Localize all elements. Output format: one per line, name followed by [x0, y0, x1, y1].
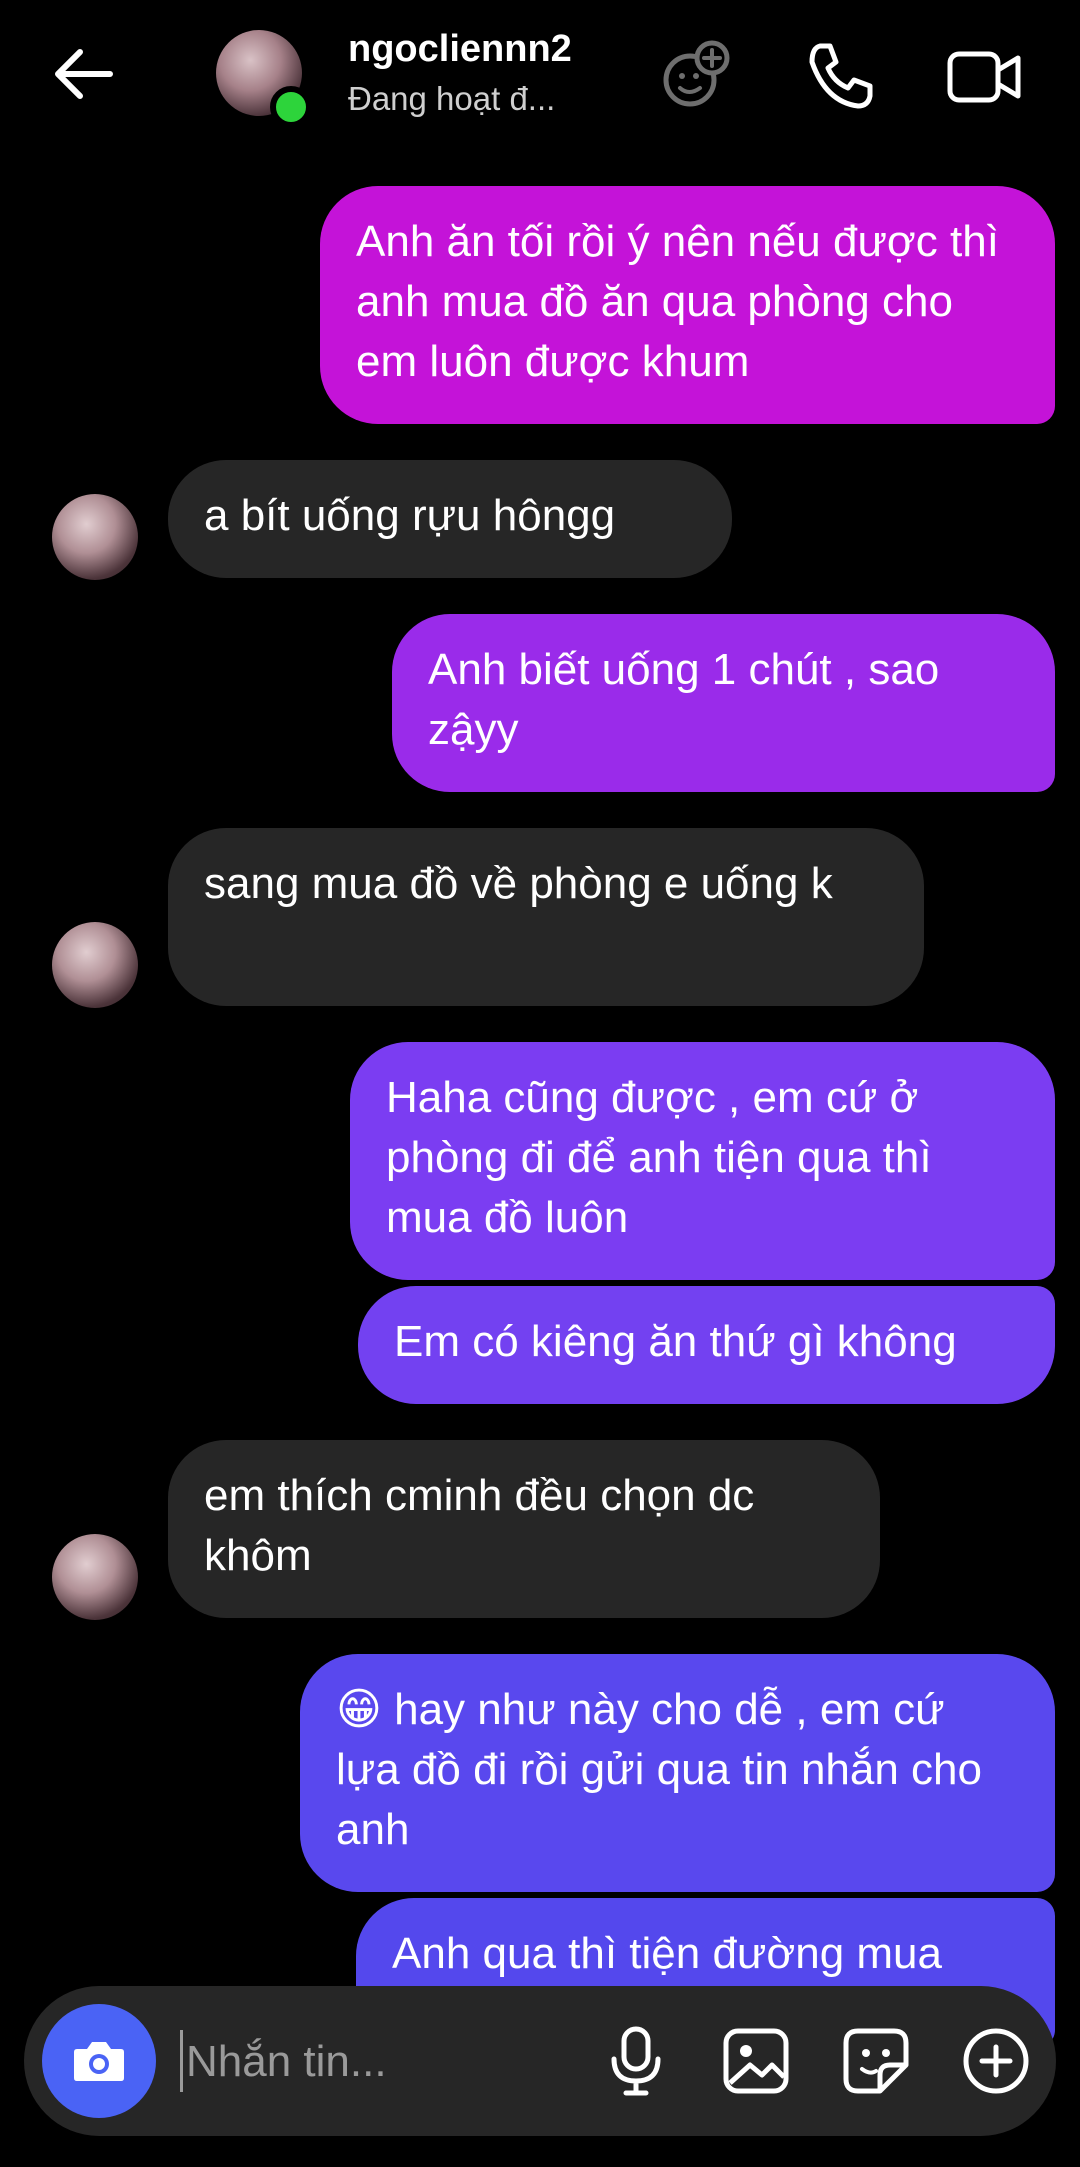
voice-message-button[interactable] — [596, 2021, 676, 2101]
contact-avatar-small[interactable] — [52, 1534, 138, 1620]
microphone-icon — [611, 2026, 661, 2096]
message-outgoing[interactable]: Em có kiêng ăn thứ gì không — [358, 1286, 1055, 1404]
message-incoming[interactable]: em thích cminh đều chọn dc khôm — [168, 1440, 880, 1618]
message-outgoing[interactable]: Anh biết uống 1 chút , sao zậyy — [392, 614, 1055, 792]
video-camera-icon — [947, 51, 1021, 103]
online-indicator — [270, 86, 312, 128]
chat-header: ngocliennn2 Đang hoạt đ... — [0, 0, 1080, 160]
message-incoming[interactable]: a bít uống rựu hôngg — [168, 460, 732, 578]
image-icon — [723, 2028, 789, 2094]
back-button[interactable] — [44, 36, 124, 116]
sticker-button[interactable] — [836, 2021, 916, 2101]
message-composer — [24, 1986, 1056, 2136]
message-outgoing[interactable]: Anh ăn tối rồi ý nên nếu được thì anh mu… — [320, 186, 1055, 424]
message-input[interactable] — [184, 2016, 588, 2108]
video-call-button[interactable] — [944, 36, 1024, 116]
contact-avatar-small[interactable] — [52, 494, 138, 580]
message-incoming[interactable]: sang mua đồ về phòng e uống k — [168, 828, 924, 1006]
message-outgoing[interactable]: Haha cũng được , em cứ ở phòng đi để anh… — [350, 1042, 1055, 1280]
plus-circle-icon — [963, 2028, 1029, 2094]
effects-button[interactable] — [656, 36, 736, 116]
text-caret — [180, 2030, 183, 2092]
back-arrow-icon — [55, 49, 113, 99]
gallery-button[interactable] — [716, 2021, 796, 2101]
contact-username[interactable]: ngocliennn2 — [348, 28, 572, 71]
camera-icon — [74, 2042, 124, 2081]
contact-avatar-small[interactable] — [52, 922, 138, 1008]
voice-call-button[interactable] — [800, 36, 880, 116]
sticker-icon — [843, 2028, 909, 2094]
more-options-button[interactable] — [956, 2021, 1036, 2101]
add-effect-icon — [663, 40, 730, 107]
message-outgoing[interactable]: 😁 hay như này cho dễ , em cứ lựa đồ đi r… — [300, 1654, 1055, 1892]
camera-button[interactable] — [42, 2004, 156, 2118]
activity-status: Đang hoạt đ... — [348, 80, 556, 117]
phone-icon — [809, 43, 873, 109]
